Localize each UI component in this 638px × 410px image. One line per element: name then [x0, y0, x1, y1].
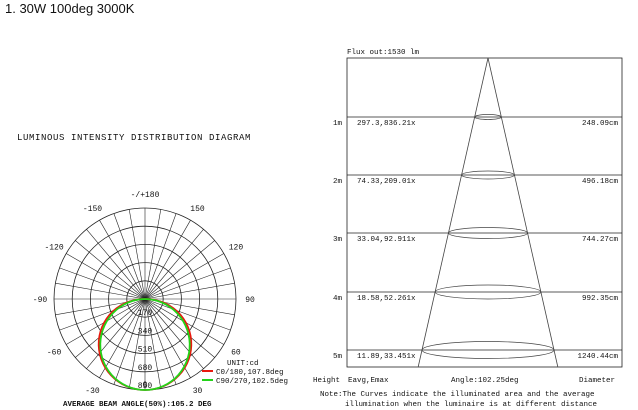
radial-label: 340 — [138, 327, 153, 336]
note-line-2: illumination when the luminaire is at di… — [345, 401, 597, 409]
eavg-emax-value: 33.04,92.911x — [357, 236, 416, 244]
height-label: 4m — [333, 295, 343, 303]
angle-label: -60 — [47, 349, 62, 358]
unit-label: UNIT:cd — [227, 360, 259, 368]
cone-frame — [346, 57, 623, 368]
angle-label: 90 — [245, 296, 255, 305]
angle-label: -/+180 — [131, 191, 160, 200]
legend-label: C90/270,102.5deg — [216, 378, 288, 386]
flux-label: Flux out:1530 lm — [347, 49, 420, 57]
angle-label: 60 — [231, 349, 241, 358]
diameter-value: 1240.44cm — [577, 353, 618, 361]
angle-label: -30 — [85, 387, 100, 396]
cone-diagram: Flux out:1530 lm 1m 297.3,836.21x 248.09cm… — [313, 49, 623, 409]
footer-angle-label: Angle:102.25deg — [451, 377, 519, 385]
legend-label: C0/180,107.8deg — [216, 369, 284, 377]
eavg-emax-value: 11.89,33.451x — [357, 353, 416, 361]
photometric-figure: -/+180-150 150-120 120-90 90-60 60-30 3001703… — [33, 49, 623, 409]
cone-edge-left — [417, 57, 489, 368]
height-label: 5m — [333, 353, 343, 361]
note-line-1: Note:The Curves indicate the illuminated… — [320, 391, 595, 399]
diameter-value: 248.09cm — [582, 120, 619, 128]
angle-label: -150 — [83, 205, 102, 214]
height-label: 2m — [333, 178, 343, 186]
eavg-emax-value: 297.3,836.21x — [357, 120, 416, 128]
footer-height-label: Height — [313, 377, 340, 385]
radial-label: 510 — [138, 346, 153, 355]
cone-edge-right — [487, 57, 559, 368]
footer-eavg-emax-label: Eavg,Emax — [348, 377, 389, 385]
polar-diagram: -/+180-150 150-120 120-90 90-60 60-30 3001703… — [33, 191, 288, 409]
radial-label: 170 — [138, 309, 153, 318]
angle-label: 150 — [190, 205, 205, 214]
radial-label: 680 — [138, 364, 153, 373]
angle-label: 120 — [229, 244, 244, 253]
diameter-value: 496.18cm — [582, 178, 619, 186]
height-label: 3m — [333, 236, 343, 244]
angle-label: 30 — [193, 387, 203, 396]
height-label: 1m — [333, 120, 343, 128]
angle-label: -120 — [44, 244, 63, 253]
footer-diameter-label: Diameter — [579, 377, 615, 385]
eavg-emax-value: 74.33,209.01x — [357, 178, 416, 186]
diameter-value: 992.35cm — [582, 295, 619, 303]
beam-angle-label: AVERAGE BEAM ANGLE(50%):105.2 DEG — [63, 401, 212, 409]
angle-label: -90 — [33, 296, 48, 305]
eavg-emax-value: 18.58,52.261x — [357, 295, 416, 303]
diameter-value: 744.27cm — [582, 236, 619, 244]
